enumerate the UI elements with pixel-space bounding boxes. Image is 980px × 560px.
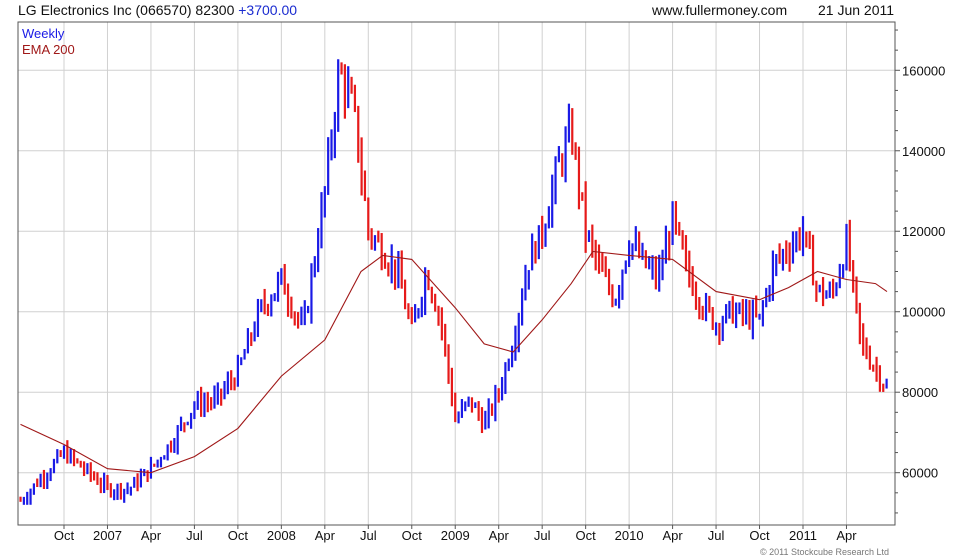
y-tick-label: 140000 — [902, 144, 945, 159]
weekly-bars — [19, 59, 888, 505]
y-tick-label: 120000 — [902, 224, 945, 239]
legend-ema: EMA 200 — [22, 42, 75, 57]
y-tick-label: 60000 — [902, 466, 938, 481]
x-tick-label: Oct — [576, 528, 597, 543]
x-tick-label: 2007 — [93, 528, 122, 543]
y-tick-label: 80000 — [902, 385, 938, 400]
x-tick-label: 2010 — [615, 528, 644, 543]
x-tick-label: Oct — [54, 528, 75, 543]
copyright-notice: © 2011 Stockcube Research Ltd — [760, 547, 890, 557]
plot-frame — [17, 21, 896, 526]
x-tick-label: Jul — [534, 528, 551, 543]
legend-weekly: Weekly — [22, 26, 65, 41]
x-tick-label: Oct — [749, 528, 770, 543]
x-tick-label: 2008 — [267, 528, 296, 543]
x-tick-label: Apr — [662, 528, 683, 543]
y-tick-label: 100000 — [902, 305, 945, 320]
x-tick-label: Apr — [315, 528, 336, 543]
x-tick-label: Oct — [228, 528, 249, 543]
x-tick-label: Apr — [141, 528, 162, 543]
price-chart: 60000 80000 100000 120000 140000 160000 Oct 200… — [17, 21, 945, 543]
grid-lines — [18, 22, 895, 525]
x-tick-label: 2009 — [441, 528, 470, 543]
x-tick-label: 2011 — [789, 528, 817, 543]
x-tick-label: Jul — [708, 528, 725, 543]
x-tick-label: Jul — [186, 528, 203, 543]
x-tick-label: Apr — [836, 528, 857, 543]
x-tick-label: Apr — [489, 528, 510, 543]
x-tick-label: Jul — [360, 528, 377, 543]
x-tick-label: Oct — [402, 528, 423, 543]
y-tick-label: 160000 — [902, 63, 945, 78]
